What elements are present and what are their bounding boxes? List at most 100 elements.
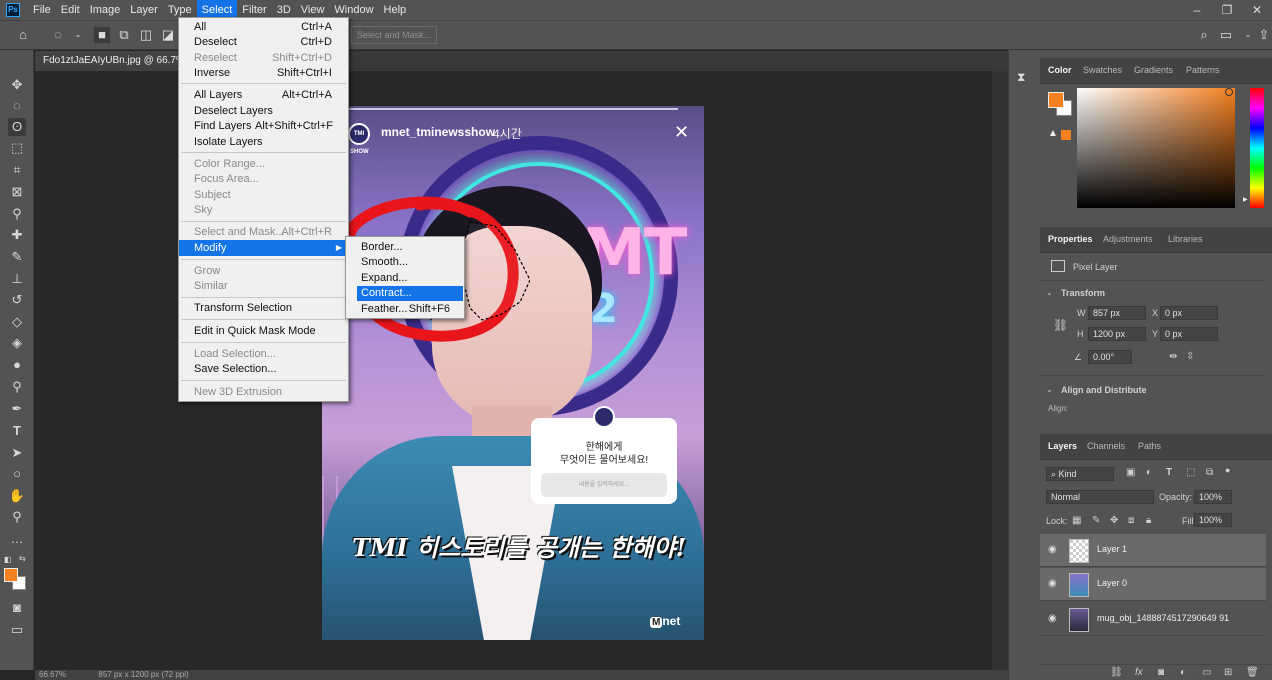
workspace-chevron-icon[interactable]: ⌄ <box>1240 27 1256 43</box>
clone-stamp-tool-icon[interactable]: ⊥ <box>8 270 26 288</box>
gamut-warning-icon[interactable]: ▲ <box>1048 128 1058 139</box>
tab-channels[interactable]: Channels <box>1087 441 1125 451</box>
menu-image[interactable]: Image <box>85 0 126 20</box>
menu-item-deselect[interactable]: Deselect Ctrl+D <box>179 34 348 50</box>
filter-adjustment-icon[interactable]: ◐ <box>1146 467 1152 478</box>
angle-field[interactable]: 0.00° <box>1088 350 1132 364</box>
share-icon[interactable]: ⇪ <box>1256 27 1272 43</box>
hue-slider[interactable] <box>1250 88 1264 208</box>
lock-all-icon[interactable]: 🔒︎ <box>1146 515 1151 526</box>
filter-shape-icon[interactable]: ⬚ <box>1186 467 1195 478</box>
type-tool-icon[interactable]: T <box>8 422 26 440</box>
blur-tool-icon[interactable]: ● <box>8 356 26 374</box>
tab-patterns[interactable]: Patterns <box>1186 65 1220 75</box>
menu-item-all[interactable]: All Ctrl+A <box>179 19 348 35</box>
tab-swatches[interactable]: Swatches <box>1083 65 1122 75</box>
filter-pixel-icon[interactable]: ▣ <box>1126 467 1135 478</box>
height-field[interactable]: 1200 px <box>1088 327 1146 341</box>
fill-field[interactable]: 100% <box>1194 513 1232 527</box>
zoom-level[interactable]: 66.67% <box>39 670 66 679</box>
restore-icon[interactable]: ❐ <box>1212 3 1242 17</box>
hand-tool-icon[interactable]: ✋ <box>8 487 26 505</box>
close-window-icon[interactable]: ✕ <box>1242 3 1272 17</box>
zoom-tool-icon[interactable]: ⚲ <box>8 508 26 526</box>
menu-item-subject[interactable]: Subject <box>179 187 348 203</box>
lasso-tool-icon[interactable]: ʘ <box>8 118 26 136</box>
menu-item-similar[interactable]: Similar <box>179 278 348 294</box>
default-colors-icon[interactable]: ◧ <box>4 555 12 564</box>
layer-name[interactable]: Layer 0 <box>1097 578 1127 588</box>
history-panel-icon[interactable]: ⧗ <box>1017 70 1025 85</box>
more-tools-icon[interactable]: … <box>8 530 26 548</box>
filter-smart-object-icon[interactable]: ⧉ <box>1206 467 1213 478</box>
lock-artboard-icon[interactable]: ⧈ <box>1128 515 1134 526</box>
home-icon[interactable]: ⌂ <box>15 27 31 43</box>
lock-pixels-icon[interactable]: ✎ <box>1092 515 1100 526</box>
menu-item-inverse[interactable]: Inverse Shift+Ctrl+I <box>179 65 348 81</box>
submenu-item-smooth[interactable]: Smooth... <box>346 255 464 270</box>
brush-tool-icon[interactable]: ✎ <box>8 248 26 266</box>
menu-item-reselect[interactable]: Reselect Shift+Ctrl+D <box>179 50 348 66</box>
submenu-item-contract[interactable]: Contract... <box>357 286 463 301</box>
visibility-eye-icon[interactable]: ◉ <box>1048 578 1057 589</box>
screen-mode-icon[interactable]: ▭ <box>8 621 26 639</box>
menu-item-isolate-layers[interactable]: Isolate Layers <box>179 134 348 150</box>
collapse-chevron-icon[interactable]: ⌄ <box>1046 288 1053 297</box>
submenu-item-border[interactable]: Border... <box>346 240 464 255</box>
healing-brush-tool-icon[interactable]: ✚ <box>8 226 26 244</box>
layer-row[interactable]: ◉ Layer 1 <box>1040 534 1266 567</box>
opacity-field[interactable]: 100% <box>1194 490 1232 504</box>
menu-help[interactable]: Help <box>379 0 412 20</box>
quick-mask-icon[interactable]: ◙ <box>8 599 26 617</box>
submenu-item-feather[interactable]: Feather... Shift+F6 <box>346 302 464 317</box>
layer-name[interactable]: mug_obj_1488874517290649 91 <box>1097 613 1229 623</box>
lock-transparency-icon[interactable]: ▦ <box>1072 515 1081 526</box>
menu-item-save-selection[interactable]: Save Selection... <box>179 361 348 377</box>
tab-libraries[interactable]: Libraries <box>1168 234 1203 244</box>
width-field[interactable]: 857 px <box>1088 306 1146 320</box>
layer-style-icon[interactable]: fx <box>1135 667 1143 678</box>
history-brush-tool-icon[interactable]: ↺ <box>8 291 26 309</box>
eyedropper-tool-icon[interactable]: ⚲ <box>8 205 26 223</box>
ellipse-tool-icon[interactable]: ○ <box>8 465 26 483</box>
x-field[interactable]: 0 px <box>1160 306 1218 320</box>
add-to-selection-icon[interactable]: ⧉ <box>116 27 132 43</box>
menu-item-transform-selection[interactable]: Transform Selection <box>179 300 348 316</box>
pen-tool-icon[interactable]: ✒ <box>8 400 26 418</box>
new-layer-icon[interactable]: ⊞ <box>1224 667 1232 678</box>
menu-edit[interactable]: Edit <box>56 0 85 20</box>
delete-layer-icon[interactable]: 🗑︎ <box>1246 667 1259 678</box>
adjustment-layer-icon[interactable]: ◐ <box>1180 667 1186 678</box>
color-picker-field[interactable] <box>1077 88 1235 208</box>
select-and-mask-button[interactable]: Select and Mask... <box>351 26 437 44</box>
object-select-tool-icon[interactable]: ⬚ <box>8 139 26 157</box>
menu-item-load-selection[interactable]: Load Selection... <box>179 346 348 362</box>
frame-tool-icon[interactable]: ⊠ <box>8 183 26 201</box>
color-panel-foreground[interactable] <box>1048 92 1064 108</box>
tab-gradients[interactable]: Gradients <box>1134 65 1173 75</box>
menu-item-find-layers[interactable]: Find Layers Alt+Shift+Ctrl+F <box>179 118 348 134</box>
add-mask-icon[interactable]: ◙ <box>1158 667 1164 678</box>
layer-row[interactable]: ◉ Layer 0 <box>1040 568 1266 601</box>
collapse-chevron-icon[interactable]: ⌄ <box>1046 385 1053 394</box>
search-icon[interactable]: ⌕ <box>1196 27 1212 43</box>
flip-horizontal-icon[interactable]: ⇹ <box>1169 351 1177 362</box>
layer-filter-select[interactable]: ⌕ Kind <box>1046 467 1114 481</box>
tab-paths[interactable]: Paths <box>1138 441 1161 451</box>
eraser-tool-icon[interactable]: ◇ <box>8 313 26 331</box>
vertical-scrollbar[interactable] <box>992 71 1008 670</box>
lasso-tool-preset-icon[interactable]: ◌ <box>50 27 66 43</box>
menu-item-select-and-mask[interactable]: Select and Mask... Alt+Ctrl+R <box>179 224 348 240</box>
submenu-item-expand[interactable]: Expand... <box>346 271 464 286</box>
crop-tool-icon[interactable]: ⌗ <box>8 161 26 179</box>
swap-colors-icon[interactable]: ⇆ <box>19 554 26 563</box>
layer-name[interactable]: Layer 1 <box>1097 544 1127 554</box>
menu-item-color-range[interactable]: Color Range... <box>179 156 348 172</box>
menu-file[interactable]: File <box>28 0 56 20</box>
new-selection-icon[interactable]: ■ <box>94 27 110 43</box>
menu-item-focus-area[interactable]: Focus Area... <box>179 171 348 187</box>
paint-bucket-tool-icon[interactable]: ◈ <box>8 334 26 352</box>
tab-properties[interactable]: Properties <box>1048 234 1093 244</box>
visibility-eye-icon[interactable]: ◉ <box>1048 544 1057 555</box>
new-group-icon[interactable]: ▭ <box>1202 667 1211 678</box>
